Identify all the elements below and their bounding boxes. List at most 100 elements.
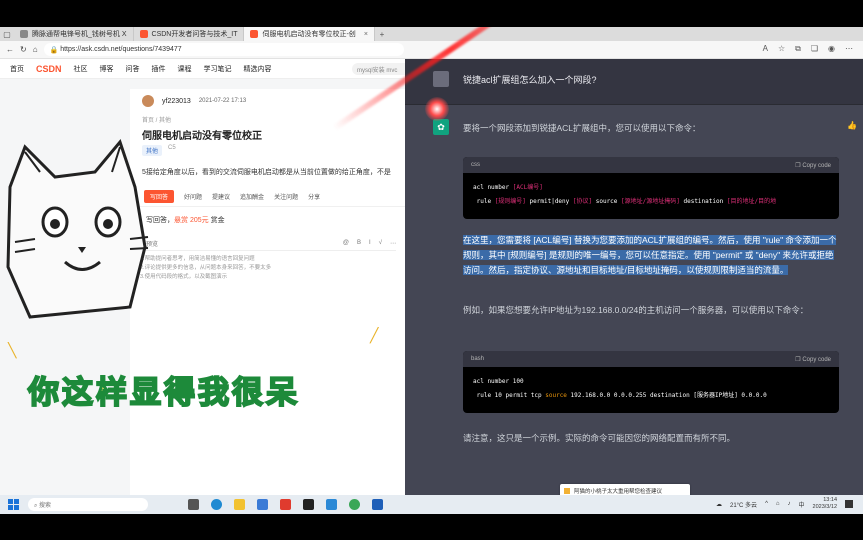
copy-code-button[interactable]: ❐ Copy code (795, 162, 831, 169)
tab-favicon-icon (139, 30, 148, 38)
new-tab-plus-icon[interactable]: + (375, 30, 389, 39)
system-tray: ☁ 21°C 多云 ^ ⌂ ♪ 中 13:14 2023/3/12 (716, 497, 853, 511)
copy-code-button[interactable]: ❐ Copy code (795, 356, 831, 363)
share-button[interactable]: 分享 (308, 192, 320, 201)
volume-icon[interactable]: ♪ (788, 501, 791, 507)
notifications-icon[interactable] (845, 500, 853, 508)
clock[interactable]: 13:14 2023/3/12 (813, 497, 837, 511)
edge-browser-icon[interactable] (211, 499, 222, 510)
notification-text: 阿猫的小桃子太大重用帮您检查建议 (574, 489, 663, 495)
collections-icon[interactable]: ❏ (811, 44, 818, 54)
more-tools-icon[interactable]: ⋯ (390, 240, 396, 247)
question-actions: 写回答 好问题 提建议 追加酬金 关注问题 分享 (130, 187, 405, 207)
read-aloud-icon[interactable]: A (763, 44, 768, 54)
nav-item[interactable]: 首页 (10, 64, 24, 74)
ime-language[interactable]: 中 (799, 500, 805, 509)
answer-note: 请注意，这只是一个示例。实际的命令可能因您的网络配置而有所不同。 (463, 433, 736, 443)
user-avatar (433, 71, 449, 87)
formula-icon[interactable]: √ (379, 240, 382, 247)
home-icon[interactable]: ⌂ (33, 45, 38, 54)
store-icon[interactable] (257, 499, 268, 510)
nav-item[interactable]: 社区 (74, 64, 88, 74)
code-content: acl number [ACL编号] rule [规则编号] permit|de… (463, 173, 839, 217)
network-icon[interactable]: ⌂ (776, 501, 780, 507)
code-block-1: css ❐ Copy code acl number [ACL编号] rule … (463, 157, 839, 219)
toolbar-icons: A ☆ ⧉ ❏ ◉ ⋯ (763, 44, 853, 54)
reward-prefix: 写回答， (146, 217, 174, 224)
answer-editor-toolbar: 预览 @ B I √ ⋯ (146, 237, 396, 251)
more-menu-icon[interactable]: ⋯ (845, 44, 853, 54)
code-token: source (545, 392, 567, 399)
nav-item[interactable]: 问答 (126, 64, 140, 74)
italic-icon[interactable]: I (369, 240, 371, 247)
csdn-search-input[interactable]: mysql安装 mvc (352, 63, 412, 75)
taskbar-search-input[interactable]: ⌕ 搜索 (28, 498, 148, 511)
tab-favicon-icon (250, 30, 259, 38)
code-token: destination (679, 198, 727, 205)
favorite-star-icon[interactable]: ☆ (778, 44, 785, 54)
add-reward-button[interactable]: 追加酬金 (240, 192, 264, 201)
app-dark-icon[interactable] (303, 499, 314, 510)
lock-icon: 🔒 (49, 46, 61, 54)
code-token: source (592, 198, 622, 205)
weather-icon[interactable]: ☁ (716, 501, 722, 508)
question-article: yf223013 2021-07-22 17:13 首页 / 其他 伺服电机启动… (130, 89, 405, 495)
copy-code-label: Copy code (802, 356, 831, 363)
thumbs-up-icon[interactable]: 👍 (847, 121, 857, 130)
nav-item[interactable]: 学习笔记 (204, 64, 232, 74)
meme-cat-sticker (6, 138, 149, 319)
tray-arrow-icon[interactable]: ^ (765, 501, 768, 507)
csdn-top-nav: 首页 CSDN 社区 博客 问答 插件 课程 学习笔记 精选内容 (0, 59, 405, 79)
weather-text[interactable]: 21°C 多云 (730, 500, 757, 509)
suggest-button[interactable]: 提建议 (212, 192, 230, 201)
nav-item[interactable]: 精选内容 (244, 64, 272, 74)
app-blue-icon[interactable] (372, 499, 383, 510)
nav-item[interactable]: 课程 (178, 64, 192, 74)
reload-icon[interactable]: ↻ (20, 45, 27, 54)
chrome-browser-icon[interactable] (349, 499, 360, 510)
good-question-button[interactable]: 好问题 (184, 192, 202, 201)
vscode-icon[interactable] (326, 499, 337, 510)
tag-badge[interactable]: C5 (168, 145, 176, 156)
breadcrumb: 首页 / 其他 (142, 118, 172, 124)
window-menu-icon[interactable]: ▢ (0, 30, 14, 39)
bold-icon[interactable]: B (357, 240, 361, 247)
nav-item[interactable]: 插件 (152, 64, 166, 74)
code-token: rule (473, 198, 495, 205)
windows-taskbar: ⌕ 搜索 ☁ 21°C 多云 ^ ⌂ ♪ 中 13:14 2023/3/12 (0, 495, 863, 514)
code-token: 192.168.0.0 0.0.0.255 destination [服务器IP… (566, 392, 767, 399)
avatar[interactable] (142, 95, 154, 107)
code-header: css ❐ Copy code (463, 157, 839, 173)
task-view-icon[interactable] (188, 499, 199, 510)
profile-icon[interactable]: ◉ (828, 44, 835, 54)
video-frame: ▢ 腾脉通帮电锋号机_钱树号机 X CSDN开发者问答与技术_IT 伺服电机启动… (0, 0, 863, 540)
code-token: rule 10 permit tcp (473, 392, 546, 399)
nav-item[interactable]: 博客 (100, 64, 114, 74)
file-explorer-icon[interactable] (234, 499, 245, 510)
url-input[interactable]: 🔒 https://ask.csdn.net/questions/7439477 (43, 43, 404, 56)
windows-start-icon[interactable] (8, 498, 20, 511)
follow-question-button[interactable]: 关注问题 (274, 192, 298, 201)
url-text: https://ask.csdn.net/questions/7439477 (60, 46, 182, 53)
answer-hints: 1.帮助提问者思考，用简洁易懂的语言回复问题 2.评论提供更多的信息，从问题本身… (140, 255, 271, 282)
author-name[interactable]: yf223013 (162, 98, 191, 105)
sparkle-mark: ╲ (8, 342, 17, 358)
question-title: 伺服电机启动没有零位校正 (142, 131, 262, 142)
tab-favicon-icon (20, 30, 28, 38)
highlighted-text: 在这里，您需要将 [ACL编号] 替换为您要添加的ACL扩展组的编号。然后，使用… (463, 235, 837, 275)
post-date: 2021-07-22 17:13 (198, 98, 247, 104)
user-question: 锐捷acl扩展组怎么加入一个网段? (463, 75, 597, 85)
browser-tab-1[interactable]: 腾脉通帮电锋号机_钱树号机 X (14, 27, 134, 41)
mention-icon[interactable]: @ (343, 240, 349, 247)
split-screen-icon[interactable]: ⧉ (795, 44, 801, 54)
tab-close-icon[interactable]: × (364, 31, 368, 38)
csdn-logo[interactable]: CSDN (36, 64, 62, 74)
browser-tab-2[interactable]: CSDN开发者问答与技术_IT (134, 27, 245, 41)
hint-line: 2.评论提供更多的信息，从问题本身来回答，不要太多 (140, 265, 272, 271)
browser-tab-3[interactable]: 伺服电机启动没有零位校正-创 × (244, 27, 375, 41)
back-arrow-icon[interactable]: ← (6, 45, 14, 54)
reward-line: 写回答，悬赏 205元 赏金 (146, 215, 225, 225)
app-red-icon[interactable] (280, 499, 291, 510)
hint-line: 1.帮助提问者思考，用简洁易懂的语言回复问题 (140, 256, 255, 262)
user-message: 锐捷acl扩展组怎么加入一个网段? (405, 59, 863, 105)
